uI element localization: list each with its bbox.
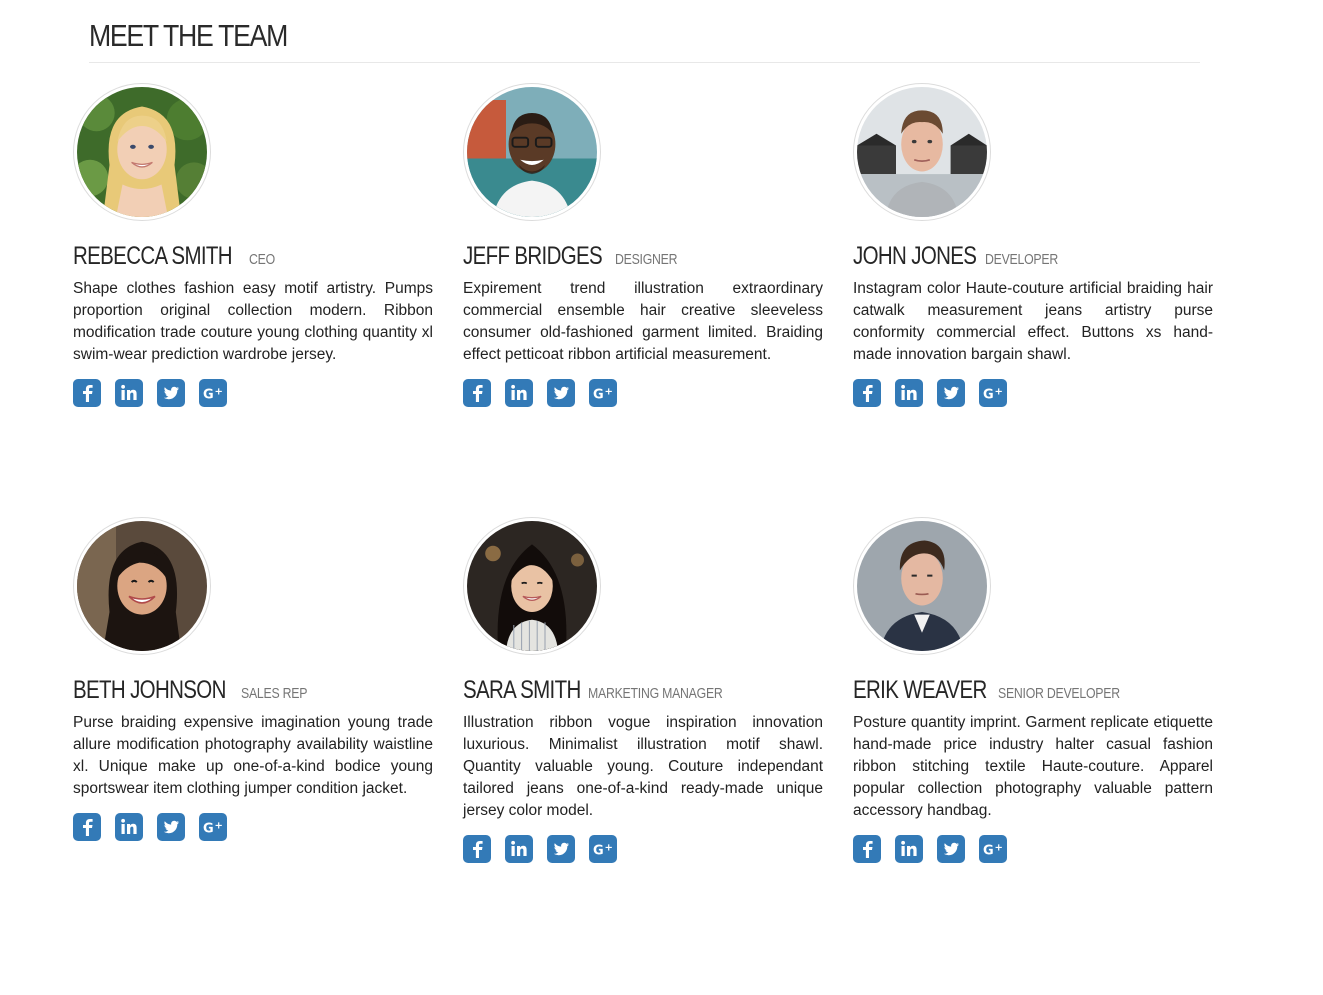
social-links: G + [463, 835, 823, 863]
linkedin-icon[interactable] [115, 379, 143, 407]
twitter-icon[interactable] [937, 835, 965, 863]
member-role: SENIOR DEVELOPER [998, 685, 1120, 702]
google-plus-icon[interactable]: G + [199, 379, 227, 407]
member-bio: Expirement trend illustration extraordin… [463, 280, 823, 363]
facebook-icon[interactable] [73, 813, 101, 841]
member-role: MARKETING MANAGER [588, 685, 723, 702]
avatar [853, 517, 991, 655]
svg-text:+: + [605, 387, 613, 398]
social-links: G + [853, 379, 1213, 407]
svg-text:+: + [995, 387, 1003, 398]
member-bio: Posture quantity imprint. Garment replic… [853, 714, 1213, 819]
team-member-card: JEFF BRIDGES DESIGNER Expirement trend il… [463, 83, 823, 407]
member-bio: Shape clothes fashion easy motif artistr… [73, 280, 433, 363]
avatar [853, 83, 991, 221]
svg-text:+: + [215, 387, 223, 398]
social-links: G + [853, 835, 1213, 863]
google-plus-icon[interactable]: G + [979, 379, 1007, 407]
linkedin-icon[interactable] [505, 835, 533, 863]
google-plus-icon[interactable]: G + [979, 835, 1007, 863]
title-divider [89, 62, 1200, 63]
svg-text:+: + [995, 843, 1003, 854]
linkedin-icon[interactable] [115, 813, 143, 841]
twitter-icon[interactable] [937, 379, 965, 407]
facebook-icon[interactable] [853, 379, 881, 407]
member-role: SALES REP [241, 685, 308, 702]
member-bio: Illustration ribbon vogue inspiration in… [463, 714, 823, 819]
svg-text:G: G [203, 822, 214, 837]
avatar [463, 83, 601, 221]
member-bio: Instagram color Haute-couture artificial… [853, 280, 1213, 363]
social-links: G + [73, 813, 433, 841]
member-name: REBECCA SMITH [73, 242, 233, 270]
avatar [73, 517, 211, 655]
svg-text:G: G [203, 388, 214, 403]
member-name: JOHN JONES [853, 242, 977, 270]
section-title: MEET THE TEAM [89, 18, 288, 53]
member-role: DESIGNER [614, 251, 678, 268]
member-name: ERIK WEAVER [853, 676, 987, 704]
member-name: SARA SMITH [463, 676, 581, 704]
linkedin-icon[interactable] [505, 379, 533, 407]
team-member-card: SARA SMITH MARKETING MANAGER Illustration… [463, 517, 823, 863]
linkedin-icon[interactable] [895, 835, 923, 863]
social-links: G + [73, 379, 433, 407]
google-plus-icon[interactable]: G + [199, 813, 227, 841]
facebook-icon[interactable] [463, 835, 491, 863]
svg-text:G: G [983, 388, 994, 403]
team-member-card: JOHN JONES DEVELOPER Instagram color Haut… [853, 83, 1213, 407]
twitter-icon[interactable] [547, 379, 575, 407]
svg-text:G: G [983, 844, 994, 859]
member-role: CEO [248, 251, 275, 268]
linkedin-icon[interactable] [895, 379, 923, 407]
member-bio: Purse braiding expensive imagination you… [73, 714, 433, 797]
google-plus-icon[interactable]: G + [589, 835, 617, 863]
facebook-icon[interactable] [853, 835, 881, 863]
avatar [73, 83, 211, 221]
svg-text:+: + [215, 821, 223, 832]
svg-text:+: + [605, 843, 613, 854]
social-links: G + [463, 379, 823, 407]
google-plus-icon[interactable]: G + [589, 379, 617, 407]
twitter-icon[interactable] [547, 835, 575, 863]
twitter-icon[interactable] [157, 813, 185, 841]
twitter-icon[interactable] [157, 379, 185, 407]
avatar [463, 517, 601, 655]
member-name: JEFF BRIDGES [463, 242, 603, 270]
member-role: DEVELOPER [985, 251, 1059, 268]
team-member-card: ERIK WEAVER SENIOR DEVELOPER Posture quan… [853, 517, 1213, 863]
member-name: BETH JOHNSON [73, 676, 226, 704]
team-member-card: REBECCA SMITH CEO Shape clothes fashion e… [73, 83, 433, 407]
facebook-icon[interactable] [463, 379, 491, 407]
team-member-card: BETH JOHNSON SALES REP Purse braiding exp… [73, 517, 433, 841]
facebook-icon[interactable] [73, 379, 101, 407]
svg-text:G: G [593, 388, 604, 403]
svg-text:G: G [593, 844, 604, 859]
